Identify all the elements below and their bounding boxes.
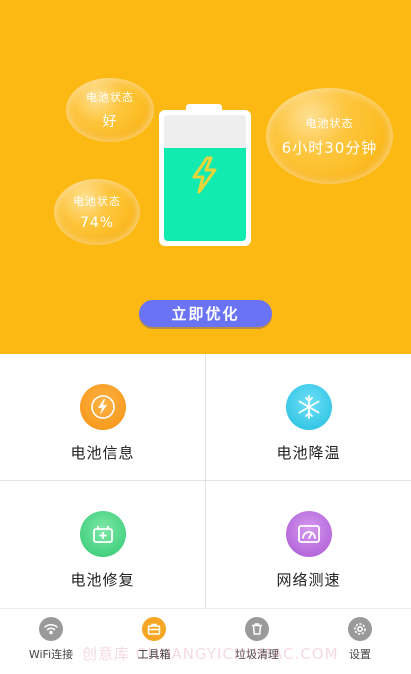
tab-label: 工具箱 <box>137 648 171 661</box>
toolbox-icon <box>142 617 166 641</box>
tool-battery-info[interactable]: 电池信息 <box>0 354 205 480</box>
battery-repair-icon <box>79 511 126 557</box>
tool-label: 电池信息 <box>70 444 135 462</box>
battery-percent-bubble: 电池状态 74% <box>54 179 140 245</box>
optimize-now-button[interactable]: 立即优化 <box>139 300 272 327</box>
battery-bolt-icon <box>79 384 126 430</box>
bubble-label: 电池状态 <box>305 116 354 130</box>
tools-grid: 电池信息 电池降温 电池修复 网络测速 <box>0 354 411 608</box>
battery-condition-bubble: 电池状态 好 <box>66 78 154 142</box>
bottom-tab-bar: WiFi连接 工具箱 垃圾清理 设置 <box>0 608 411 674</box>
bubble-value: 74% <box>79 215 115 231</box>
gear-icon <box>348 617 372 641</box>
trash-icon <box>245 617 269 641</box>
speedometer-icon <box>285 511 332 557</box>
battery-remaining-time-bubble: 电池状态 6小时30分钟 <box>266 88 393 184</box>
tab-label: 垃圾清理 <box>235 648 279 661</box>
lightning-bolt-icon <box>192 156 217 194</box>
bubble-value: 好 <box>102 114 118 130</box>
tool-label: 电池降温 <box>276 444 341 462</box>
tool-network-speed-test[interactable]: 网络测速 <box>206 481 411 607</box>
tool-battery-cooling[interactable]: 电池降温 <box>206 354 411 480</box>
bubble-label: 电池状态 <box>86 91 134 104</box>
tab-toolbox[interactable]: 工具箱 <box>103 617 205 667</box>
tool-label: 电池修复 <box>70 571 135 589</box>
tab-label: WiFi连接 <box>28 648 74 661</box>
tool-battery-repair[interactable]: 电池修复 <box>0 481 205 607</box>
snowflake-icon <box>285 384 332 430</box>
battery-hero-panel: 电池状态 好 电池状态 74% 电池状态 6小时30分钟 立即优化 <box>0 0 411 354</box>
tab-settings[interactable]: 设置 <box>309 617 411 667</box>
bubble-value: 6小时30分钟 <box>281 138 378 157</box>
tab-label: 设置 <box>349 648 371 661</box>
wifi-icon <box>39 617 63 641</box>
tab-wifi[interactable]: WiFi连接 <box>0 617 102 667</box>
tool-label: 网络测速 <box>276 571 341 589</box>
tab-junk-clean[interactable]: 垃圾清理 <box>206 617 308 667</box>
bubble-label: 电池状态 <box>73 195 121 208</box>
